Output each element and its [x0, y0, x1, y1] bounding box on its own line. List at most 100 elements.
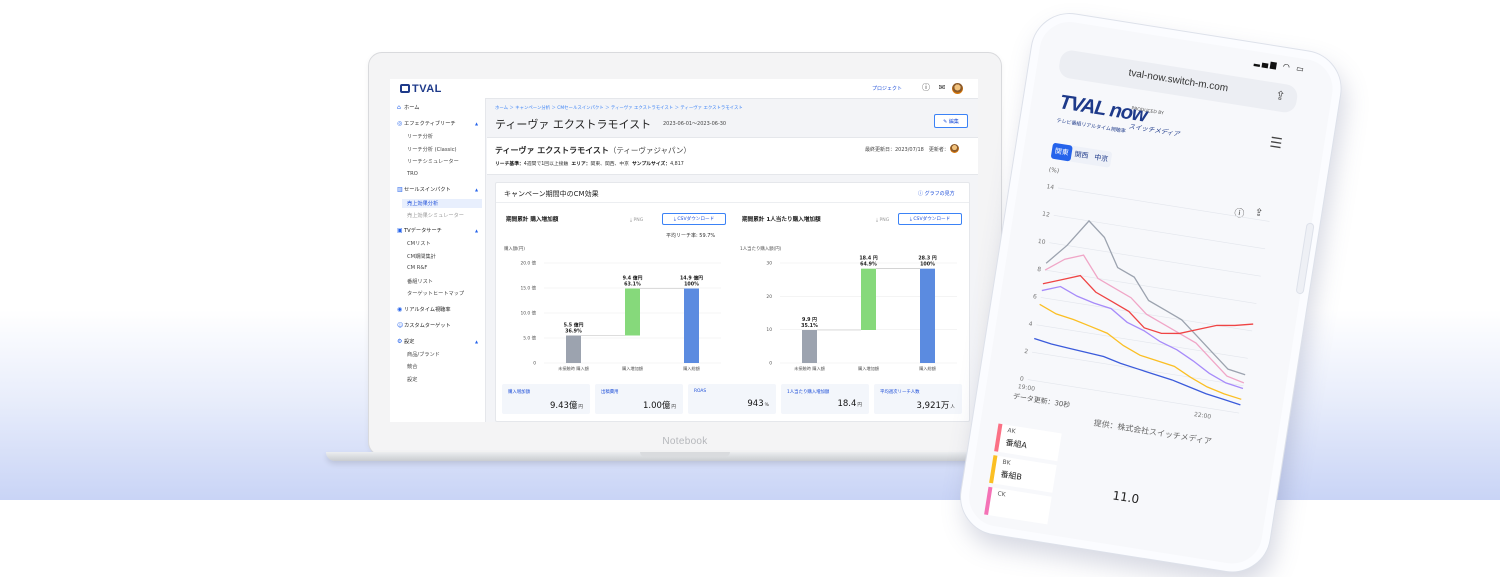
mail-icon[interactable]: ✉	[937, 83, 947, 93]
sidebar-item[interactable]: ⚙ 設定	[397, 338, 414, 345]
sidebar-item[interactable]: 番組リスト	[407, 278, 433, 285]
legend-channel: CK	[996, 490, 1007, 499]
y-tick-label: 0	[533, 361, 536, 367]
realtime-line-chart: 0 2 4 6 8 10 12 14 19:00 22:00	[1017, 183, 1270, 421]
graph-guide-link[interactable]: ⓘ グラフの見方	[918, 190, 955, 197]
bar-value-label: 9.9 円	[802, 316, 817, 323]
region-tab[interactable]: 中京	[1090, 149, 1112, 168]
sidebar-item[interactable]: リーチ分析	[407, 133, 433, 140]
sidebar-item[interactable]: ▥セールスインパクト	[397, 186, 451, 193]
kpi-tile: 購入増加額 9.43億円	[502, 384, 590, 414]
chart1-svg: 購入額(円) 0 5.0 億 10.0 億 15.0 億 20.0 億 5.5 億円36.9…	[504, 245, 721, 372]
kpi-value: 9.43億円	[550, 399, 583, 411]
collapse-icon[interactable]: ▲	[475, 187, 478, 192]
sidebar-item[interactable]: 商品/ブランド	[407, 351, 440, 358]
avatar[interactable]	[952, 83, 963, 94]
y-tick-label: 0	[1019, 375, 1024, 383]
x-tick-label: 未接触時 購入額	[558, 365, 589, 372]
collapse-icon[interactable]: ▲	[475, 121, 478, 126]
y-tick-label: 8	[1037, 266, 1042, 274]
sidebar-item[interactable]: CM期間集計	[407, 253, 436, 260]
bar-value-label: 28.3 円	[918, 255, 937, 262]
region-tab[interactable]: 関東	[1050, 142, 1073, 162]
reach-label: リーチ基準：	[495, 162, 524, 167]
sidebar-item[interactable]: 設定	[407, 376, 417, 383]
series-line[interactable]	[1038, 270, 1256, 347]
sidebar-item-label: TRO	[407, 170, 418, 177]
tval-logo-icon	[400, 84, 410, 93]
logo-text: TVAL	[412, 83, 442, 95]
bar[interactable]	[861, 268, 876, 330]
sidebar-item[interactable]: 競合	[407, 363, 417, 370]
series-line[interactable]	[1032, 284, 1255, 390]
grid-line	[1049, 242, 1261, 277]
user-icon: ☺	[397, 321, 404, 329]
series-line[interactable]	[1033, 250, 1260, 384]
region-tab[interactable]: 関西	[1070, 146, 1092, 165]
kpi-number: 3,921万	[916, 401, 950, 411]
chart2-title: 期間累計 1人当たり購入増加額	[742, 217, 821, 223]
edit-button[interactable]: ✎ 編集	[934, 114, 968, 128]
bar[interactable]	[684, 288, 699, 364]
sidebar-item-label: ターゲットヒートマップ	[407, 291, 465, 297]
kpi-value: 18.4円	[837, 399, 862, 409]
question-icon: ⓘ	[918, 191, 925, 197]
sidebar-item[interactable]: ⌂ ホーム	[397, 104, 419, 111]
sidebar-item[interactable]: リーチシミュレーター	[407, 158, 459, 165]
bar[interactable]	[802, 330, 817, 363]
sidebar-item[interactable]: ☺カスタムターゲット	[397, 322, 451, 329]
bar-pct-label: 36.9%	[565, 329, 582, 335]
breadcrumb[interactable]: ホーム ＞ キャンペーン分析 ＞ CMセールスインパクト ＞ ティーヴァ エクス…	[495, 105, 743, 111]
bar[interactable]	[625, 288, 640, 336]
help-icon[interactable]: ⓘ	[921, 83, 931, 93]
last-updated: 最終更新日：2023/07/18 更新者：	[865, 147, 949, 153]
tval-logo[interactable]: TVAL	[400, 83, 442, 95]
laptop-notch	[640, 452, 730, 457]
x-tick-label: 購入総額	[683, 365, 701, 372]
sidebar-item[interactable]: ターゲットヒートマップ	[407, 290, 464, 297]
sidebar-item[interactable]: CMリスト	[407, 240, 431, 247]
kpi-unit: 円	[857, 403, 862, 408]
series-line[interactable]	[1034, 215, 1265, 376]
series-line[interactable]	[1029, 337, 1246, 406]
kpi-unit: 人	[950, 405, 955, 410]
sidebar-item[interactable]: リーチ分析 (Classic)	[407, 146, 457, 153]
y-axis-label: 1人当たり購入額(円)	[740, 245, 782, 252]
sidebar-item[interactable]: 売上効果分析	[402, 199, 482, 208]
product-info-card: ティーヴァ エクストラモイスト（ティーヴァジャパン） 最終更新日：2023/07…	[487, 137, 978, 175]
sidebar-item[interactable]: CM R&F	[407, 265, 427, 271]
legend-program: 番組B	[999, 469, 1023, 482]
unit-label: (%)	[1048, 166, 1060, 175]
chart2-csv-button[interactable]: ⤓ CSVダウンロード	[898, 213, 962, 225]
sidebar-item[interactable]: 売上効果シミュレーター	[407, 212, 464, 219]
sidebar-item-label: リアルタイム視聴率	[404, 306, 451, 313]
sidebar-item-label: CM期間集計	[407, 253, 436, 260]
collapse-icon[interactable]: ▲	[475, 339, 478, 344]
bar-chart-icon: ▥	[397, 186, 403, 193]
kpi-tile: 出稿費用 1.00億円	[595, 384, 683, 414]
bar[interactable]	[566, 335, 581, 364]
chart2-png-button[interactable]: ⤓ PNG	[876, 217, 889, 223]
y-tick-label: 14	[1046, 183, 1055, 191]
sidebar-item[interactable]: ◎ エフェクティブリーチ	[397, 120, 456, 127]
sidebar-item[interactable]: TRO	[407, 171, 418, 177]
bar-pct-label: 100%	[920, 262, 935, 268]
share-icon[interactable]: ⇪	[1274, 88, 1286, 103]
chart1-title: 期間累計 購入増加額	[506, 217, 559, 223]
collapse-icon[interactable]: ▲	[475, 228, 478, 233]
sidebar-item[interactable]: ◉ リアルタイム視聴率	[397, 306, 451, 313]
product-title: ティーヴァ エクストラモイスト（ティーヴァジャパン）	[495, 145, 691, 156]
sidebar-item[interactable]: ▣TVデータサーチ	[397, 227, 442, 234]
laptop-screen: TVAL プロジェクト ⓘ ✉ ⌂ ホーム ◎ エフェクティブリーチ ▲ リーチ分析リーチ…	[390, 79, 978, 422]
menu-icon[interactable]: ☰	[1269, 135, 1284, 153]
chart1-png-button[interactable]: ⤓ PNG	[630, 217, 643, 223]
bar-pct-label: 100%	[684, 282, 699, 288]
chart1-csv-button[interactable]: ⤓ CSVダウンロード	[662, 213, 726, 225]
bar[interactable]	[920, 268, 935, 363]
bar-value-label: 9.4 億円	[623, 275, 643, 282]
project-link[interactable]: プロジェクト	[872, 85, 902, 92]
sidebar-item-label: 番組リスト	[407, 278, 433, 285]
bar-value-label: 14.9 億円	[680, 275, 703, 282]
sidebar-item-label: カスタムターゲット	[404, 322, 451, 329]
card-divider	[496, 202, 969, 203]
